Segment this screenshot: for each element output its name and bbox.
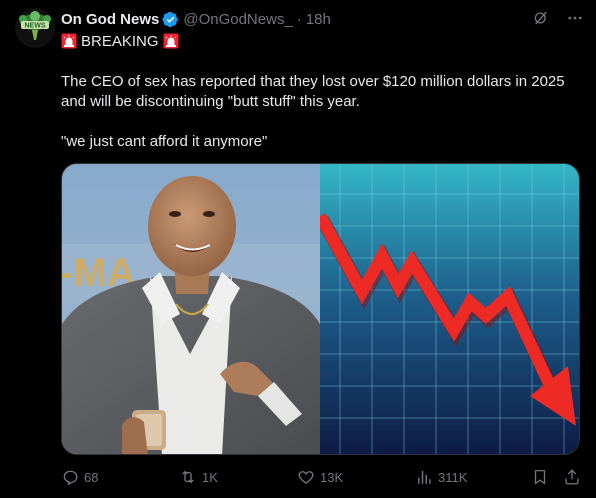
- author-avatar[interactable]: NEWS: [15, 8, 55, 48]
- media-photo-person[interactable]: -MA: [62, 164, 320, 454]
- header-separator: ·: [296, 10, 302, 28]
- like-count: 13K: [320, 469, 344, 485]
- media-chart-graphic[interactable]: [314, 164, 579, 454]
- author-handle[interactable]: @OnGodNews_: [183, 11, 292, 28]
- views-count: 311K: [438, 469, 468, 485]
- grok-icon[interactable]: [532, 9, 550, 27]
- more-icon[interactable]: [566, 9, 584, 27]
- repost-icon: [182, 470, 194, 484]
- avatar-logo-icon: NEWS: [15, 8, 55, 48]
- share-button[interactable]: [563, 468, 581, 486]
- views-icon: [418, 471, 431, 484]
- repost-count: 1K: [202, 469, 218, 485]
- police-light-icon: [163, 33, 179, 49]
- reply-icon: [63, 470, 78, 486]
- reply-button[interactable]: 68: [61, 468, 98, 486]
- verified-badge-icon[interactable]: [162, 11, 179, 28]
- heart-icon: [298, 471, 314, 484]
- person-illustration: -MA: [62, 164, 320, 454]
- breaking-line: BREAKING: [61, 30, 179, 52]
- share-icon: [565, 469, 579, 485]
- views-button[interactable]: 311K: [415, 468, 467, 486]
- tweet-quote: "we just cant afford it anymore": [61, 133, 268, 150]
- header-actions: [532, 9, 584, 27]
- declining-chart-illustration: [314, 164, 579, 454]
- breaking-label: BREAKING: [81, 32, 159, 50]
- tweet-text: The CEO of sex has reported that they lo…: [61, 72, 586, 152]
- avatar-text: NEWS: [25, 23, 46, 30]
- author-name[interactable]: On God News: [61, 11, 159, 28]
- tweet-header: On God News @OnGodNews_ · 18h: [61, 9, 584, 29]
- repost-button[interactable]: 1K: [179, 468, 218, 486]
- tweet-timestamp[interactable]: 18h: [306, 11, 331, 28]
- bookmark-button[interactable]: [531, 468, 549, 486]
- tweet-paragraph: The CEO of sex has reported that they lo…: [61, 73, 565, 110]
- tweet-media[interactable]: -MA: [61, 163, 580, 455]
- police-light-icon: [61, 33, 77, 49]
- tweet-action-bar: 68 1K 13K 311K: [61, 466, 586, 488]
- bookmark-icon: [534, 469, 546, 485]
- reply-count: 68: [84, 469, 99, 485]
- like-button[interactable]: 13K: [297, 468, 343, 486]
